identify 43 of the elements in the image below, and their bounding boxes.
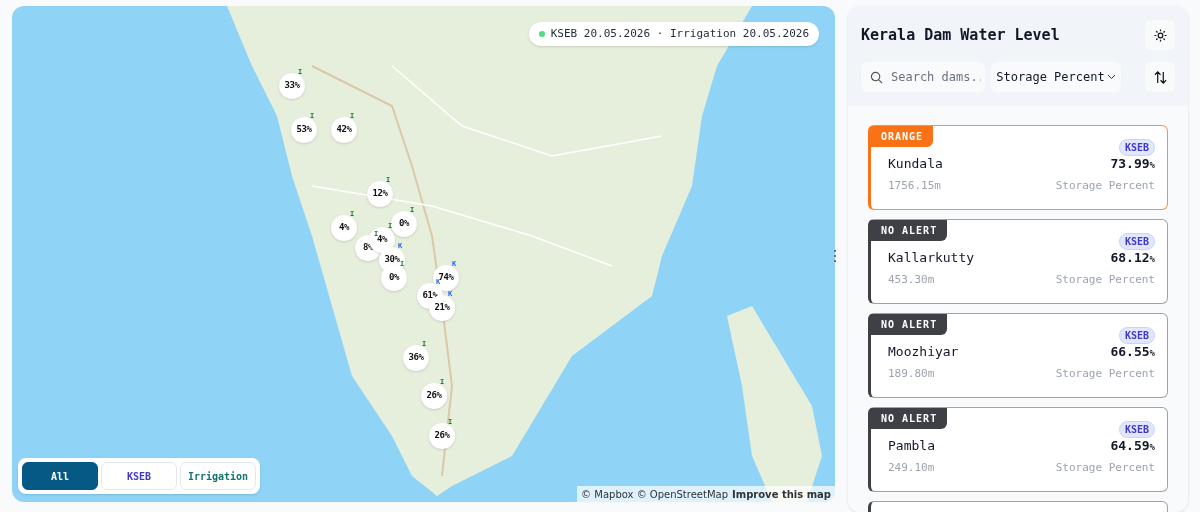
alert-label: NO ALERT bbox=[871, 314, 948, 335]
metric-label: Storage Percent bbox=[1055, 271, 1155, 288]
metric-label: Storage Percent bbox=[1055, 177, 1155, 194]
sort-order-button[interactable] bbox=[1145, 62, 1175, 92]
theme-toggle-button[interactable] bbox=[1145, 20, 1175, 50]
dam-name: Moozhiyar bbox=[888, 343, 959, 361]
dam-name: Pambla bbox=[888, 437, 935, 455]
dam-name: Kundala bbox=[888, 155, 943, 173]
update-text: KSEB 20.05.2026 · Irrigation 20.05.2026 bbox=[550, 25, 809, 42]
metric-label: Storage Percent bbox=[1055, 459, 1155, 476]
chevron-down-icon bbox=[1106, 74, 1116, 80]
resize-handle-icon[interactable] bbox=[833, 250, 837, 262]
sun-icon bbox=[1153, 28, 1167, 42]
alert-label: ORANGE bbox=[871, 126, 934, 147]
alert-label: NO ALERT bbox=[871, 408, 948, 429]
storage-value: 64.59% bbox=[1110, 437, 1155, 455]
source-badge: KSEB bbox=[1118, 327, 1155, 344]
water-level: 189.80m bbox=[888, 365, 935, 382]
water-level: 453.30m bbox=[888, 271, 935, 288]
water-level: 249.10m bbox=[888, 459, 935, 476]
water-level: 1756.15m bbox=[888, 177, 941, 194]
storage-value: 68.12% bbox=[1110, 249, 1155, 267]
filter-button[interactable]: KSEB bbox=[101, 462, 177, 490]
storage-value: 66.55% bbox=[1110, 343, 1155, 361]
improve-map-link[interactable]: Improve this map bbox=[732, 486, 831, 502]
metric-label: Storage Percent bbox=[1055, 365, 1155, 382]
filter-button[interactable]: All bbox=[22, 462, 98, 490]
filter-button[interactable]: Irrigation bbox=[180, 462, 256, 490]
sort-arrows-icon bbox=[1153, 70, 1167, 84]
source-badge: KSEB bbox=[1118, 139, 1155, 156]
dam-card[interactable]: NO ALERT KSEB Pambla 64.59% 249.10m Storage Percent bbox=[868, 407, 1168, 492]
source-badge: KSEB bbox=[1118, 421, 1155, 438]
storage-value: 73.99% bbox=[1110, 155, 1155, 173]
sort-dropdown[interactable]: Storage Percent bbox=[991, 62, 1121, 92]
dam-card[interactable]: ORANGE KSEB Kundala 73.99% 1756.15m Storage Percent bbox=[868, 125, 1168, 210]
attribution-text: © Mapbox © OpenStreetMap bbox=[581, 487, 728, 502]
source-badge: KSEB bbox=[1118, 233, 1155, 250]
search-icon bbox=[870, 71, 883, 84]
alert-label: NO ALERT bbox=[871, 220, 948, 241]
panel-title: Kerala Dam Water Level bbox=[861, 24, 1060, 46]
dam-card[interactable]: NO ALERT KSEB Moozhiyar 66.55% 189.80m Storage Percent bbox=[868, 313, 1168, 398]
dam-name: Kallarkutty bbox=[888, 249, 975, 267]
dam-card[interactable]: NO ALERT KSEB Kallarkutty 68.12% 453.30m Storage Percent bbox=[868, 219, 1168, 304]
